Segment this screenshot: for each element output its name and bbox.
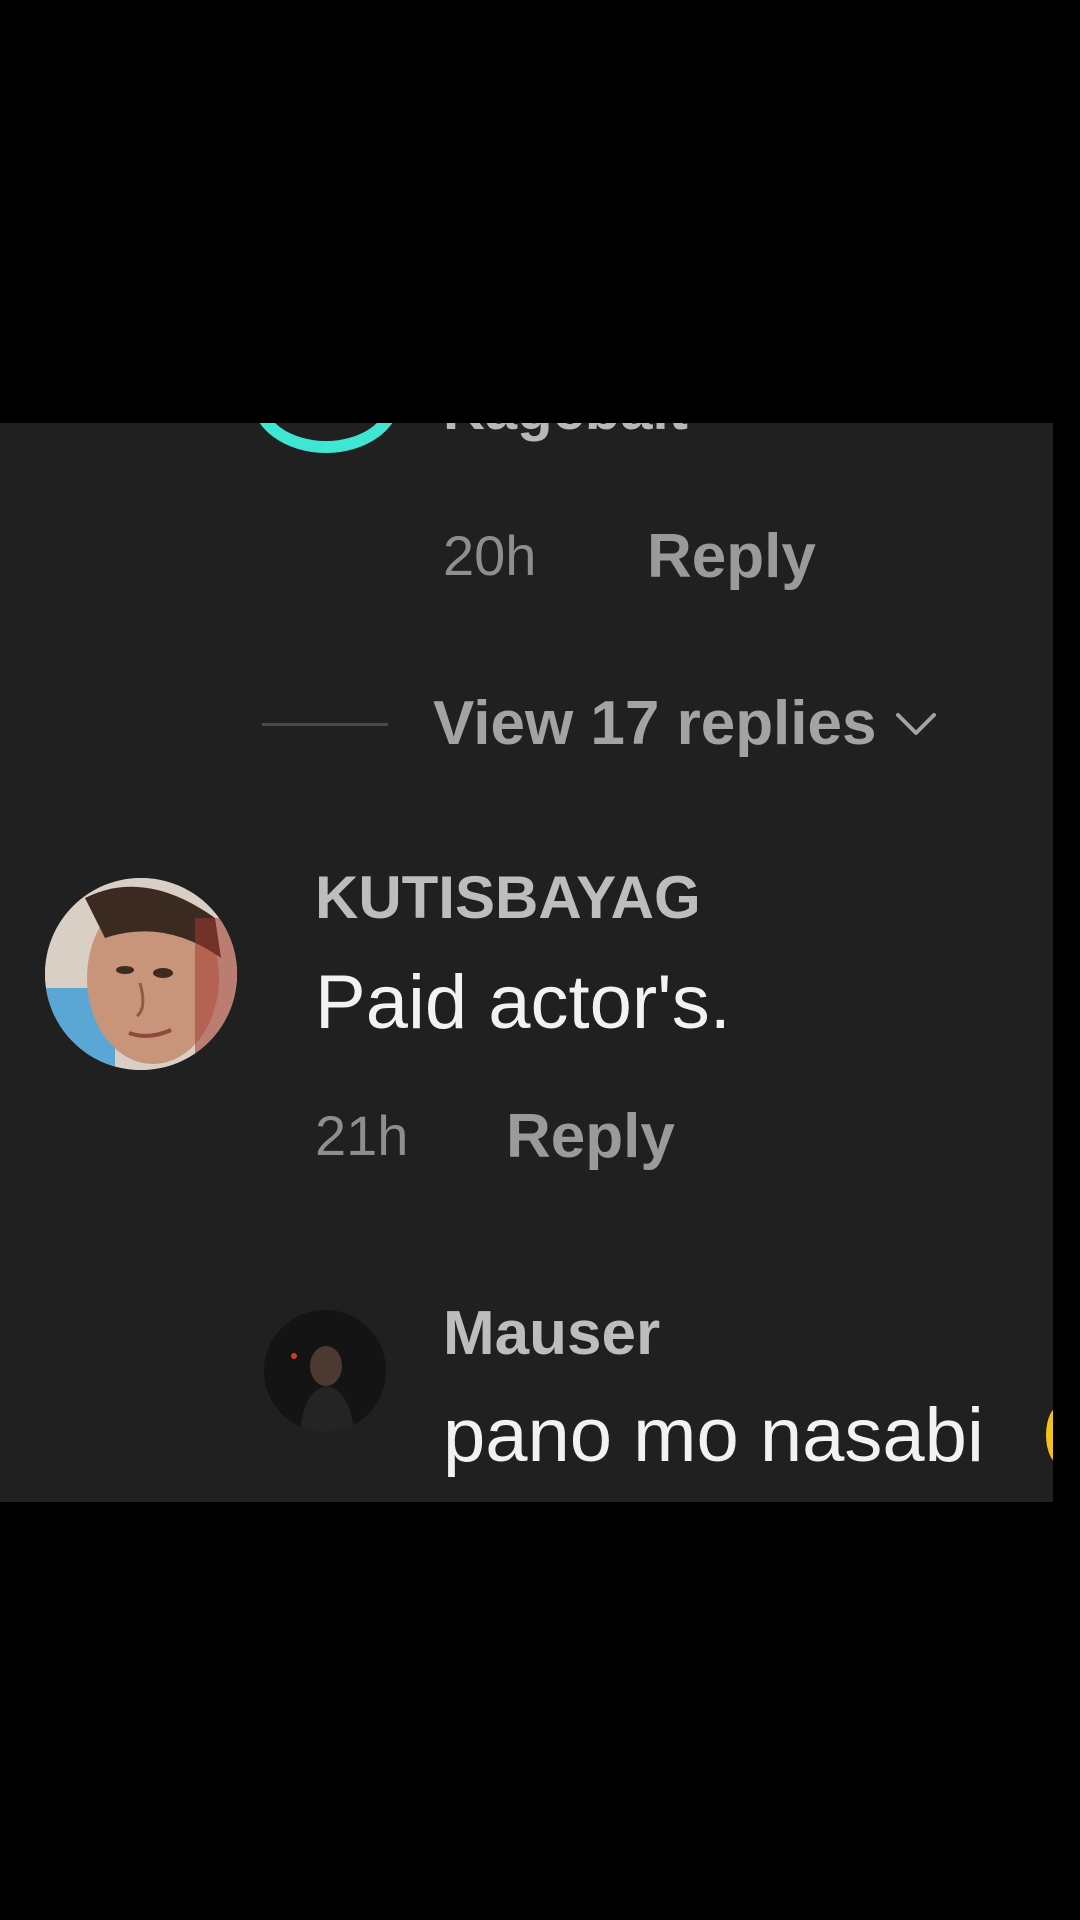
avatar[interactable] [264,1310,386,1432]
chevron-down-icon [896,713,937,735]
comment-timestamp: 20h [443,524,537,587]
avatar-ring[interactable] [252,423,400,453]
view-replies-button[interactable]: View 17 replies [433,693,938,755]
reply-button[interactable]: Reply [647,526,816,588]
comment-text: Paid actor's. [315,960,731,1045]
comment-username-partial[interactable]: Kagebait [443,423,688,439]
comment-text: pano mo nasabi [443,1393,984,1478]
view-replies-label: View 17 replies [433,689,877,758]
avatar[interactable] [45,878,237,1070]
comment-username[interactable]: Mauser [443,1303,660,1365]
comment-username[interactable]: KUTISBAYAG [315,868,701,928]
replies-divider [262,723,388,726]
comments-panel: Kagebait 20h Reply View 17 replies KUTIS… [0,423,1053,1502]
emoji-icon [1046,1405,1053,1465]
comment-timestamp: 21h [315,1104,409,1167]
avatar-image [45,878,237,1070]
avatar-image [264,1310,386,1432]
reply-button[interactable]: Reply [506,1106,675,1168]
